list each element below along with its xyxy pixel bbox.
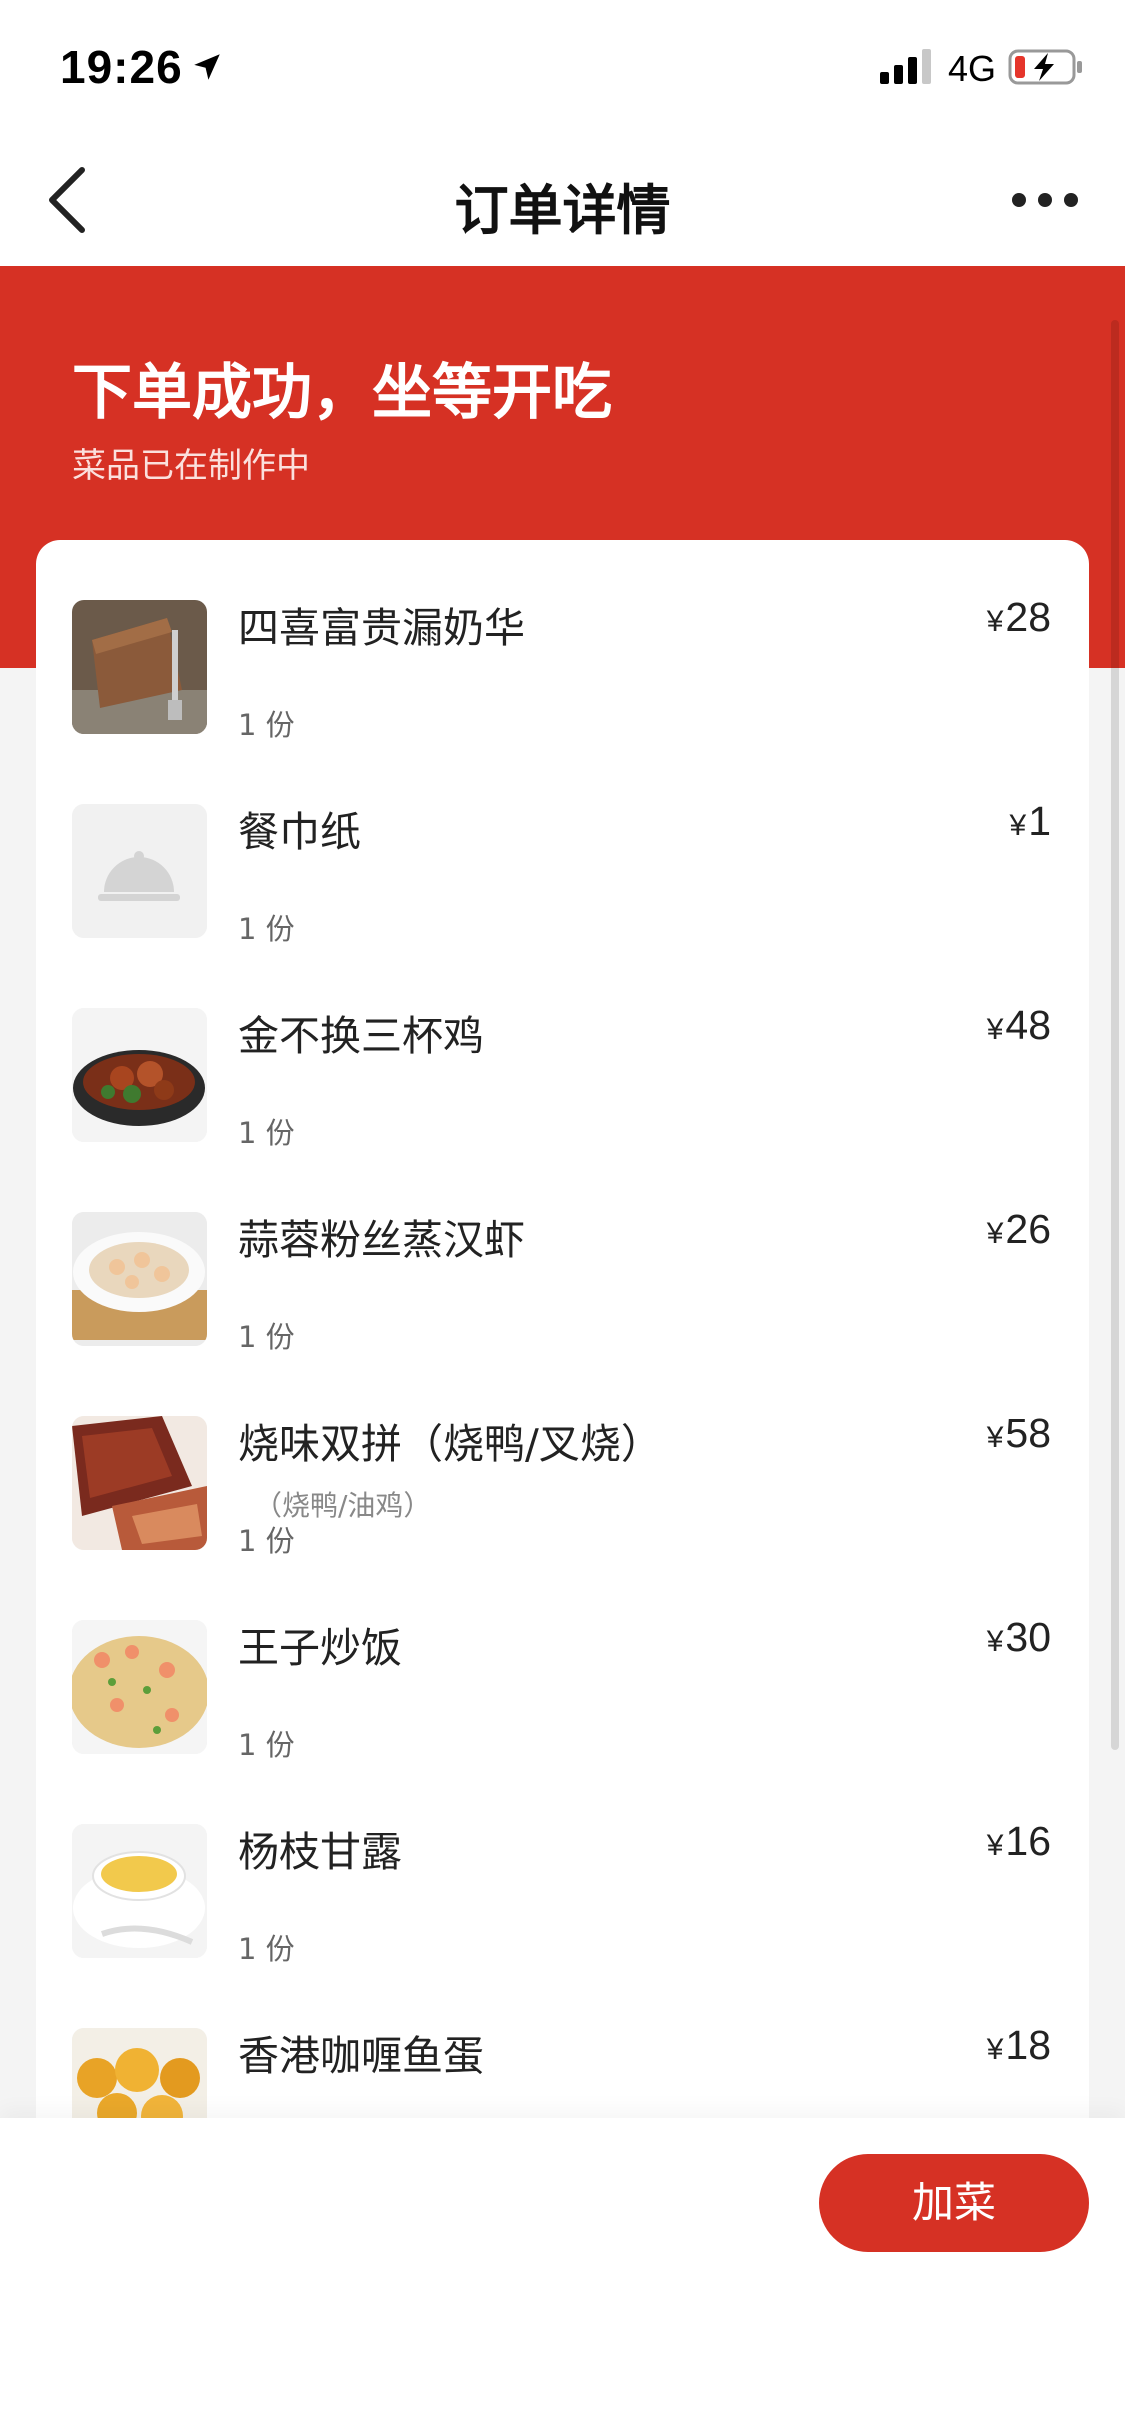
curry-fishball-photo <box>72 2028 207 2120</box>
dish-quantity: 1 份 <box>238 1116 295 1150</box>
scrollbar[interactable] <box>1111 320 1119 1750</box>
dish-price: ¥18 <box>987 2022 1051 2069</box>
price-value: 1 <box>1028 798 1051 844</box>
order-item[interactable]: 香港咖喱鱼蛋 ¥18 <box>36 1968 1089 2120</box>
price-value: 48 <box>1005 1002 1051 1048</box>
currency-symbol: ¥ <box>986 605 1004 638</box>
dish-name: 四喜富贵漏奶华 <box>238 604 525 652</box>
order-item[interactable]: 烧味双拼（烧鸭/叉烧） （烧鸭/油鸡） 1 份 ¥58 <box>36 1356 1089 1560</box>
dish-quantity: 1 份 <box>238 1320 295 1354</box>
dish-price: ¥1 <box>1010 798 1052 845</box>
dish-name: 王子炒饭 <box>238 1624 402 1672</box>
price-value: 58 <box>1005 1410 1051 1456</box>
signal-icon <box>880 49 931 84</box>
order-success-title: 下单成功，坐等开吃 <box>72 358 612 428</box>
price-value: 28 <box>1005 594 1051 640</box>
status-bar: 19:26 4G <box>0 0 1125 132</box>
dish-quantity: 1 份 <box>238 1524 295 1558</box>
chicken-pot-photo <box>72 1008 207 1142</box>
navigation-bar: 订单详情 <box>0 132 1125 266</box>
status-time: 19:26 <box>60 41 183 93</box>
currency-symbol: ¥ <box>1009 809 1027 842</box>
dish-name: 金不换三杯鸡 <box>238 1012 484 1060</box>
order-item[interactable]: 四喜富贵漏奶华 1 份 ¥28 <box>36 540 1089 744</box>
dish-quantity: 1 份 <box>238 708 295 742</box>
price-value: 26 <box>1005 1206 1051 1252</box>
order-item[interactable]: 蒜蓉粉丝蒸汉虾 1 份 ¥26 <box>36 1152 1089 1356</box>
dish-thumbnail <box>72 2028 207 2120</box>
roast-meat-photo <box>72 1416 207 1550</box>
dish-name: 烧味双拼（烧鸭/叉烧） <box>238 1420 662 1468</box>
dish-name: 杨枝甘露 <box>238 1828 402 1876</box>
currency-symbol: ¥ <box>986 1625 1004 1658</box>
currency-symbol: ¥ <box>986 1829 1004 1862</box>
dish-price: ¥28 <box>987 594 1051 641</box>
dish-price: ¥58 <box>987 1410 1051 1457</box>
fried-rice-photo <box>72 1620 207 1754</box>
order-detail-page: 19:26 4G 订单详情 下单成功，坐等开吃 菜品已在制作中 四喜富贵漏奶华 … <box>0 0 1125 2436</box>
dish-name: 蒜蓉粉丝蒸汉虾 <box>238 1216 525 1264</box>
dessert-photo <box>72 600 207 734</box>
order-status-subtitle: 菜品已在制作中 <box>72 446 310 486</box>
bottom-action-bar: 加菜 <box>0 2118 1125 2436</box>
currency-symbol: ¥ <box>986 1013 1004 1046</box>
mango-dessert-photo <box>72 1824 207 1958</box>
dish-thumbnail <box>72 1824 207 1958</box>
order-items-card: 四喜富贵漏奶华 1 份 ¥28 餐巾纸 1 份 ¥1 金不换三杯鸡 1 份 ¥4… <box>36 540 1089 2120</box>
dish-price: ¥26 <box>987 1206 1051 1253</box>
placeholder-cloche-icon <box>72 804 207 938</box>
dish-thumbnail <box>72 600 207 734</box>
order-item[interactable]: 餐巾纸 1 份 ¥1 <box>36 744 1089 948</box>
dish-price: ¥16 <box>987 1818 1051 1865</box>
more-dots-icon <box>1012 193 1078 207</box>
dish-quantity: 1 份 <box>238 1728 295 1762</box>
order-item[interactable]: 金不换三杯鸡 1 份 ¥48 <box>36 948 1089 1152</box>
page-title: 订单详情 <box>454 179 671 242</box>
price-value: 30 <box>1005 1614 1051 1660</box>
dish-quantity: 1 份 <box>238 912 295 946</box>
location-arrow-icon <box>194 54 220 80</box>
dish-name: 香港咖喱鱼蛋 <box>238 2032 484 2080</box>
steamed-shrimp-photo <box>72 1212 207 1346</box>
price-value: 16 <box>1005 1818 1051 1864</box>
order-item[interactable]: 杨枝甘露 1 份 ¥16 <box>36 1764 1089 1968</box>
currency-symbol: ¥ <box>986 1421 1004 1454</box>
dish-price: ¥30 <box>987 1614 1051 1661</box>
network-label: 4G <box>948 48 997 89</box>
currency-symbol: ¥ <box>986 1217 1004 1250</box>
more-button[interactable] <box>1005 172 1085 228</box>
add-dish-button[interactable]: 加菜 <box>819 2154 1089 2252</box>
dish-thumbnail <box>72 1416 207 1550</box>
dish-price: ¥48 <box>987 1002 1051 1049</box>
dish-thumbnail <box>72 804 207 938</box>
currency-symbol: ¥ <box>986 2033 1004 2066</box>
dish-thumbnail <box>72 1212 207 1346</box>
dish-thumbnail <box>72 1620 207 1754</box>
battery-charging-icon <box>1008 49 1082 85</box>
dish-quantity: 1 份 <box>238 1932 295 1966</box>
price-value: 18 <box>1005 2022 1051 2068</box>
dish-thumbnail <box>72 1008 207 1142</box>
dish-name: 餐巾纸 <box>238 808 361 856</box>
order-item[interactable]: 王子炒饭 1 份 ¥30 <box>36 1560 1089 1764</box>
